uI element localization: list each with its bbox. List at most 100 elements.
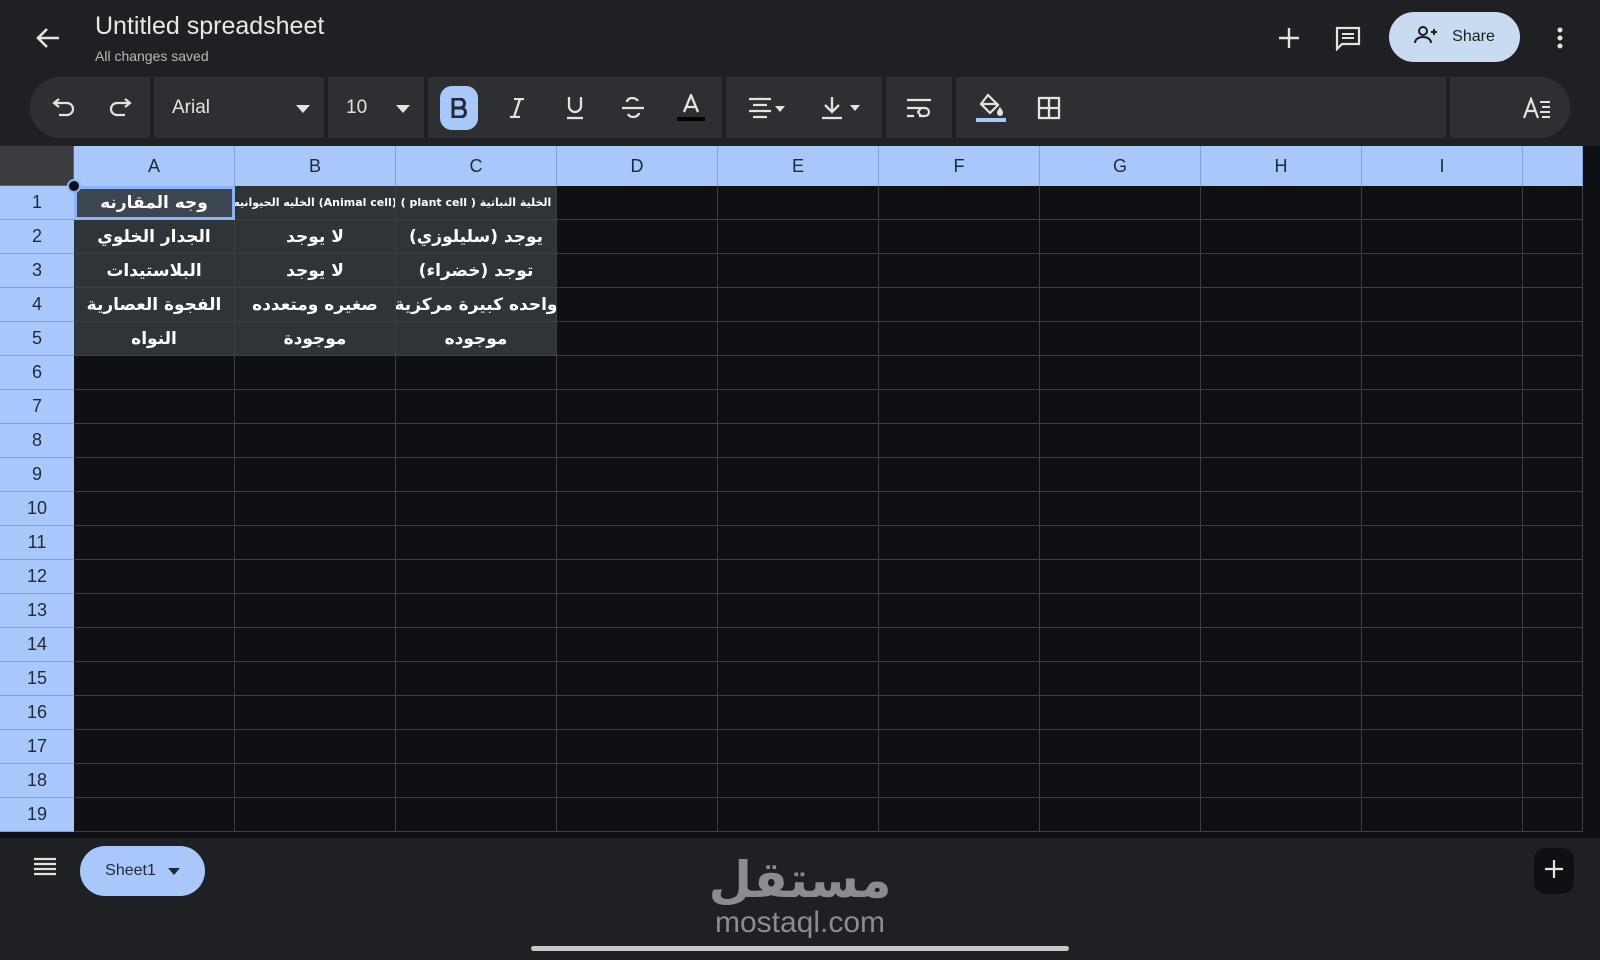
- cell[interactable]: [396, 662, 557, 696]
- cell[interactable]: [396, 526, 557, 560]
- cell[interactable]: [1523, 220, 1583, 254]
- cell[interactable]: [1040, 322, 1201, 356]
- cell[interactable]: [557, 560, 718, 594]
- cell[interactable]: [557, 798, 718, 832]
- cell[interactable]: [235, 526, 396, 560]
- cell[interactable]: [557, 458, 718, 492]
- add-icon[interactable]: [1269, 20, 1309, 56]
- cell[interactable]: [1040, 356, 1201, 390]
- add-sheet-button[interactable]: [1534, 848, 1574, 894]
- borders-icon[interactable]: [1020, 77, 1078, 138]
- cell[interactable]: [1362, 594, 1523, 628]
- cell[interactable]: [879, 662, 1040, 696]
- cell[interactable]: [1523, 696, 1583, 730]
- cell[interactable]: [879, 560, 1040, 594]
- cell[interactable]: وجه المقارنه: [74, 186, 235, 220]
- cell[interactable]: [74, 730, 235, 764]
- cell[interactable]: [235, 424, 396, 458]
- cell[interactable]: الخلية النباتية ( plant cell ): [396, 186, 557, 220]
- cell[interactable]: [718, 288, 879, 322]
- cell[interactable]: [1523, 662, 1583, 696]
- cell[interactable]: [1362, 356, 1523, 390]
- cell[interactable]: [1362, 424, 1523, 458]
- row-header-15[interactable]: 15: [0, 662, 74, 696]
- cell[interactable]: [879, 764, 1040, 798]
- cell[interactable]: [396, 764, 557, 798]
- more-vert-icon[interactable]: [1540, 20, 1580, 56]
- cell[interactable]: [718, 492, 879, 526]
- cell[interactable]: [235, 356, 396, 390]
- cell[interactable]: [1040, 798, 1201, 832]
- cell[interactable]: موجوده: [396, 322, 557, 356]
- cell[interactable]: [235, 458, 396, 492]
- font-size-select[interactable]: 10: [328, 77, 424, 138]
- cell[interactable]: [396, 696, 557, 730]
- cell[interactable]: [235, 696, 396, 730]
- cell[interactable]: [1362, 458, 1523, 492]
- text-format-icon[interactable]: [1508, 77, 1566, 138]
- redo-icon[interactable]: [92, 77, 150, 138]
- cell[interactable]: [557, 628, 718, 662]
- selection-handle[interactable]: [67, 179, 81, 193]
- cell[interactable]: [718, 356, 879, 390]
- cell[interactable]: [1523, 356, 1583, 390]
- cell[interactable]: [1201, 526, 1362, 560]
- row-header-7[interactable]: 7: [0, 390, 74, 424]
- document-title[interactable]: Untitled spreadsheet: [95, 12, 324, 41]
- cell[interactable]: [1362, 322, 1523, 356]
- cell[interactable]: [1040, 492, 1201, 526]
- row-header-5[interactable]: 5: [0, 322, 74, 356]
- cell[interactable]: (Animal cell) الخليه الحيوانيه: [235, 186, 396, 220]
- comment-icon[interactable]: [1328, 20, 1368, 56]
- cell[interactable]: [1201, 220, 1362, 254]
- cell[interactable]: [1523, 322, 1583, 356]
- cell[interactable]: [1362, 186, 1523, 220]
- column-header-b[interactable]: B: [235, 146, 396, 186]
- cell[interactable]: [1040, 186, 1201, 220]
- vertical-align-icon[interactable]: [804, 77, 878, 138]
- cell[interactable]: [1201, 424, 1362, 458]
- cell[interactable]: الجدار الخلوي: [74, 220, 235, 254]
- cell[interactable]: [718, 390, 879, 424]
- cell[interactable]: [718, 322, 879, 356]
- row-header-17[interactable]: 17: [0, 730, 74, 764]
- cell[interactable]: [557, 288, 718, 322]
- row-header-4[interactable]: 4: [0, 288, 74, 322]
- cell[interactable]: [1523, 424, 1583, 458]
- column-header-f[interactable]: F: [879, 146, 1040, 186]
- cell[interactable]: الفجوة العصارية: [74, 288, 235, 322]
- row-header-16[interactable]: 16: [0, 696, 74, 730]
- cell[interactable]: [718, 594, 879, 628]
- cell[interactable]: [1201, 594, 1362, 628]
- cell[interactable]: [74, 424, 235, 458]
- cell[interactable]: [718, 662, 879, 696]
- cell[interactable]: لا يوجد: [235, 254, 396, 288]
- cell[interactable]: [1362, 390, 1523, 424]
- cell[interactable]: [396, 356, 557, 390]
- column-header-h[interactable]: H: [1201, 146, 1362, 186]
- cell[interactable]: [1201, 662, 1362, 696]
- cell[interactable]: [1040, 458, 1201, 492]
- cell[interactable]: [1201, 356, 1362, 390]
- cell[interactable]: [74, 798, 235, 832]
- row-header-19[interactable]: 19: [0, 798, 74, 832]
- cell[interactable]: [557, 254, 718, 288]
- cell[interactable]: [879, 526, 1040, 560]
- home-indicator[interactable]: [531, 946, 1069, 951]
- cell[interactable]: [396, 390, 557, 424]
- cell[interactable]: [1040, 730, 1201, 764]
- cell[interactable]: [235, 764, 396, 798]
- cell[interactable]: [74, 764, 235, 798]
- cell[interactable]: [1040, 288, 1201, 322]
- cell[interactable]: [396, 798, 557, 832]
- cell[interactable]: [1201, 628, 1362, 662]
- row-header-6[interactable]: 6: [0, 356, 74, 390]
- cell[interactable]: [1362, 526, 1523, 560]
- cell[interactable]: [879, 254, 1040, 288]
- cell[interactable]: [1362, 560, 1523, 594]
- cell[interactable]: [557, 594, 718, 628]
- cell[interactable]: [718, 220, 879, 254]
- cell[interactable]: [879, 322, 1040, 356]
- cell[interactable]: [1523, 390, 1583, 424]
- cell[interactable]: [557, 322, 718, 356]
